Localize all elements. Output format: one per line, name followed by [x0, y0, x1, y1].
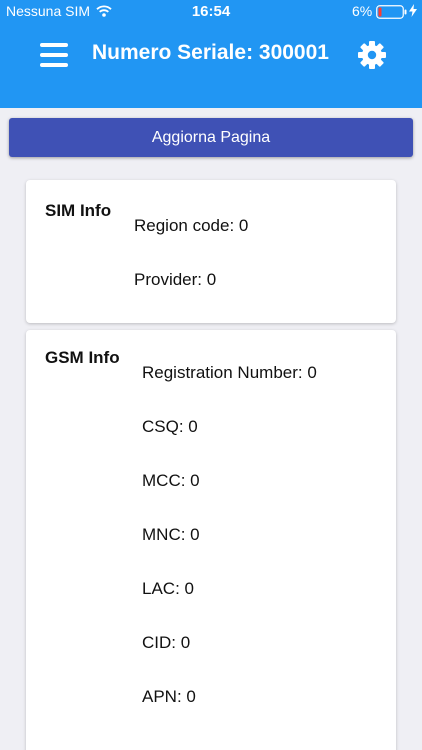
mnc-value: MNC: 0 — [142, 525, 200, 544]
region-code-value: Region code: 0 — [134, 216, 249, 235]
lac-value: LAC: 0 — [142, 579, 194, 598]
csq-value: CSQ: 0 — [142, 417, 198, 436]
refresh-page-button[interactable]: Aggiorna Pagina — [9, 118, 413, 157]
sim-info-card: SIM Info Region code: 0 Provider: 0 — [26, 180, 396, 323]
app-header: Nessuna SIM 16:54 6% Numero Seriale: 300… — [0, 0, 422, 108]
sim-info-title: SIM Info — [45, 201, 112, 220]
gear-icon[interactable] — [356, 39, 388, 71]
bolt-icon — [409, 4, 417, 20]
gsm-info-card: GSM Info Registration Number: 0 CSQ: 0 M… — [26, 330, 396, 750]
mcc-value: MCC: 0 — [142, 471, 200, 490]
hamburger-icon[interactable] — [38, 41, 72, 69]
battery-percent: 6% — [352, 3, 373, 19]
registration-number-value: Registration Number: 0 — [142, 363, 317, 382]
gsm-info-title: GSM Info — [45, 348, 120, 367]
provider-value: Provider: 0 — [134, 270, 217, 289]
apn-value: APN: 0 — [142, 687, 196, 706]
status-bar: Nessuna SIM 16:54 6% — [0, 0, 422, 22]
cid-value: CID: 0 — [142, 633, 191, 652]
page-title: Numero Seriale: 300001 — [92, 41, 329, 64]
battery-icon — [376, 5, 408, 22]
